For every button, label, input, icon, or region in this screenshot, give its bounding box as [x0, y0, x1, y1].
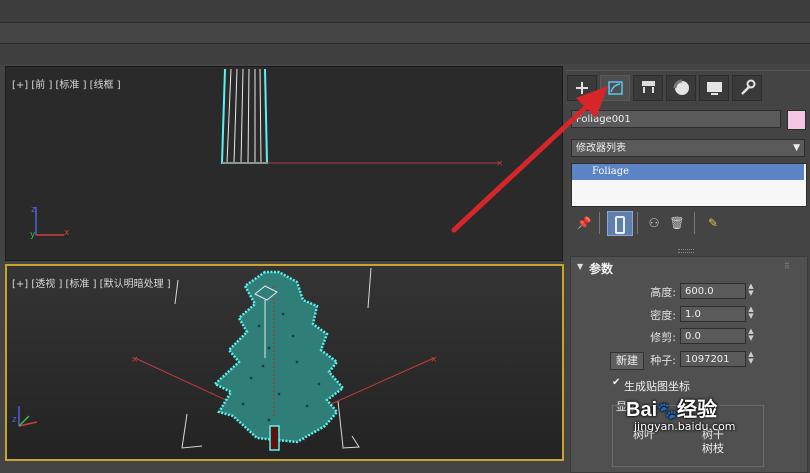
- panel-resize-handle[interactable]: [678, 249, 694, 253]
- hierarchy-icon: [642, 81, 655, 93]
- perspective-viewport-canvas: × × z: [12, 267, 438, 451]
- divider: [694, 212, 695, 234]
- density-spinner[interactable]: 1.0: [680, 306, 746, 322]
- seed-spinner[interactable]: 1097201: [680, 351, 746, 367]
- seed-label: 种子:: [650, 354, 676, 367]
- seed-spinner-arrows-icon[interactable]: ▲ ▼: [746, 351, 756, 366]
- display-tab[interactable]: [699, 75, 729, 101]
- watermark-brand: Bai🐾经验: [626, 399, 718, 421]
- divider: [637, 212, 638, 234]
- gen-mapping-label: 生成贴图坐标: [624, 380, 690, 393]
- height-spinner[interactable]: 600.0: [680, 283, 746, 299]
- axis-tripod: z x y: [30, 205, 70, 240]
- configure-modifier-sets-icon[interactable]: ✎: [704, 214, 722, 232]
- object-color-swatch[interactable]: [787, 110, 806, 130]
- rollout-grip-icon[interactable]: ⠿: [784, 262, 790, 271]
- utilities-tab[interactable]: [732, 75, 762, 101]
- density-spinner-arrows-icon[interactable]: ▲ ▼: [746, 306, 756, 321]
- svg-text:y: y: [30, 230, 36, 240]
- density-label: 密度:: [650, 309, 676, 322]
- display-option-3[interactable]: 树枝: [702, 440, 724, 456]
- chevron-down-icon: ▼: [793, 143, 800, 153]
- prune-label: 修剪:: [650, 331, 676, 344]
- motion-icon: [673, 79, 689, 95]
- remove-modifier-trash-icon[interactable]: 🗑: [668, 214, 686, 232]
- svg-text:z: z: [12, 415, 17, 425]
- new-seed-button[interactable]: 新建: [610, 352, 644, 370]
- paw-icon: 🐾: [657, 403, 678, 420]
- main-toolbar: [0, 23, 810, 44]
- axis-tripod-perspective: z: [12, 406, 38, 427]
- height-label: 高度:: [650, 286, 676, 299]
- height-spinner-arrows-icon[interactable]: ▲ ▼: [746, 283, 756, 298]
- perspective-viewport[interactable]: [+] [透视 ] [标准 ] [默认明暗处理 ] × × z: [5, 264, 564, 461]
- svg-text:×: ×: [430, 355, 438, 365]
- collapse-arrow-icon[interactable]: ▼: [577, 262, 583, 271]
- prune-spinner-arrows-icon[interactable]: ▲ ▼: [746, 328, 756, 343]
- viewport-toolbar-strip: [0, 44, 810, 64]
- gen-mapping-checkbox-icon[interactable]: ✔: [612, 377, 620, 388]
- panel-divider: [565, 70, 810, 71]
- svg-text:×: ×: [131, 355, 139, 365]
- trunk-wireframe: [221, 68, 268, 164]
- hierarchy-tab[interactable]: [633, 75, 663, 101]
- make-unique-icon[interactable]: ⚇: [645, 214, 663, 232]
- pine-tree-model: [212, 270, 345, 451]
- prune-spinner[interactable]: 0.0: [680, 328, 746, 344]
- utilities-wrench-icon: [741, 79, 756, 95]
- motion-tab[interactable]: [666, 75, 696, 101]
- title-bar: [0, 0, 810, 23]
- svg-text:z: z: [31, 205, 36, 215]
- display-icon: [707, 82, 722, 95]
- annotation-arrow: [451, 86, 608, 233]
- parameters-rollout-title[interactable]: 参数: [589, 260, 613, 277]
- svg-text:x: x: [64, 228, 70, 238]
- watermark-url: jingyan.baidu.com: [634, 420, 736, 433]
